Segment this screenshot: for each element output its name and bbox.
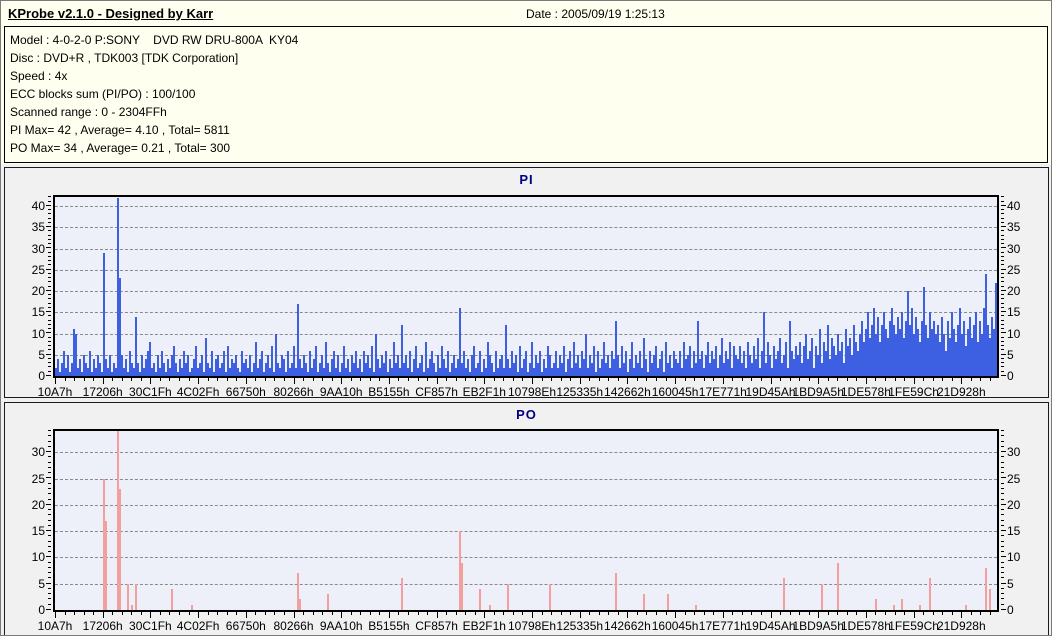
title-row: KProbe v2.1.0 - Designed by Karr Date : … <box>1 1 1051 26</box>
x-axis-label: 142662h <box>604 619 651 633</box>
app-title: KProbe v2.1.0 - Designed by Karr <box>8 6 214 21</box>
scan-date: Date : 2005/09/19 1:25:13 <box>526 7 665 21</box>
data-bar <box>985 567 987 610</box>
data-bar <box>875 599 877 610</box>
x-axis-label: 80266h <box>273 385 314 399</box>
x-axis-label: 21D928h <box>936 619 986 633</box>
x-axis-label: 1DE578h <box>840 619 891 633</box>
x-axis-label: 1BD9A5h <box>792 385 844 399</box>
x-axis-label: 17E771h <box>698 385 747 399</box>
x-axis-label: 1BD9A5h <box>792 619 844 633</box>
x-axis-label: 17E771h <box>698 619 747 633</box>
data-bar <box>989 588 991 610</box>
x-axis-label: 1DE578h <box>840 385 891 399</box>
x-axis-label: CF857h <box>415 385 458 399</box>
data-bar <box>837 562 839 610</box>
info-line-ecc: ECC blocks sum (PI/PO) : 100/100 <box>10 87 196 101</box>
pi-chart-title: PI <box>519 172 534 187</box>
x-axis-label: B5155h <box>368 619 410 633</box>
data-bar <box>103 252 105 376</box>
data-bar <box>171 588 173 610</box>
data-bar <box>327 594 329 610</box>
x-axis-label: B5155h <box>368 385 410 399</box>
x-axis-label: 160045h <box>651 619 699 633</box>
x-axis-label: 4C02Fh <box>176 385 220 399</box>
data-bar <box>461 562 463 610</box>
info-line-disc: Disc : DVD+R , TDK003 [TDK Corporation] <box>10 51 239 65</box>
data-bar <box>667 594 669 610</box>
x-axis-label: 19D45Ah <box>745 619 796 633</box>
data-bar <box>643 594 645 610</box>
x-axis-label: 125335h <box>556 385 604 399</box>
x-axis-label: 17206h <box>82 385 123 399</box>
x-axis-label: 66750h <box>225 619 266 633</box>
x-axis-label: 80266h <box>273 619 314 633</box>
info-line-pi-stats: PI Max= 42 , Average= 4.10 , Total= 5811 <box>10 123 230 137</box>
kprobe-window: KProbe v2.1.0 - Designed by Karr Date : … <box>0 0 1052 636</box>
x-axis-label: 160045h <box>651 385 699 399</box>
header-section: KProbe v2.1.0 - Designed by Karr Date : … <box>1 1 1051 164</box>
x-axis-label: 10798Eh <box>507 619 557 633</box>
info-line-speed: Speed : 4x <box>10 69 68 83</box>
x-axis-label: 10A7h <box>37 385 73 399</box>
data-bar <box>549 583 551 610</box>
x-axis-label: 66750h <box>225 385 266 399</box>
x-axis-label: 1FE59Ch <box>888 619 939 633</box>
po-chart-title: PO <box>516 407 537 422</box>
data-bar <box>919 604 921 610</box>
data-bar <box>901 599 903 610</box>
x-axis-label: 9AA10h <box>319 619 363 633</box>
x-axis-label: 4C02Fh <box>176 619 220 633</box>
po-chart-panel: PO 0 0 5 5 10 10 15 15 20 20 25 25 30 30 10A7h 17206h 30… <box>4 402 1049 635</box>
data-bar <box>615 573 617 610</box>
data-bar <box>105 520 107 610</box>
info-line-range: Scanned range : 0 - 2304FFh <box>10 105 167 119</box>
data-bar <box>119 489 121 610</box>
data-bar <box>821 583 823 610</box>
data-bar <box>929 578 931 610</box>
x-axis-label: EB2F1h <box>462 619 506 633</box>
x-axis-label: 10A7h <box>37 619 73 633</box>
data-bar <box>127 583 129 610</box>
x-axis-label: 21D928h <box>936 385 986 399</box>
data-bar <box>783 578 785 610</box>
data-bar <box>695 604 697 610</box>
data-bar <box>135 583 137 610</box>
data-bar <box>131 604 133 610</box>
x-axis-label: 30C1Fh <box>129 619 172 633</box>
data-bar <box>893 604 895 610</box>
data-bar <box>489 604 491 610</box>
data-bar <box>965 604 967 610</box>
data-bar <box>507 583 509 610</box>
x-axis-label: CF857h <box>415 619 458 633</box>
x-axis-label: 30C1Fh <box>129 385 172 399</box>
x-axis-label: 125335h <box>556 619 604 633</box>
pi-chart-panel: PI 0 0 5 5 10 10 15 15 20 20 25 25 30 30 35 35 40 40 10A7h… <box>4 167 1049 399</box>
data-bar <box>401 578 403 610</box>
x-axis-label: 142662h <box>604 385 651 399</box>
x-axis-label: 10798Eh <box>507 385 557 399</box>
scan-info-box: Model : 4-0-2-0 P:SONY DVD RW DRU-800A K… <box>4 26 1048 163</box>
x-axis-label: 9AA10h <box>319 385 363 399</box>
data-bar <box>479 588 481 610</box>
x-axis-label: 19D45Ah <box>745 385 796 399</box>
data-bar <box>995 282 997 376</box>
data-bar <box>191 604 193 610</box>
x-axis-label: 1FE59Ch <box>888 385 939 399</box>
x-axis-label: EB2F1h <box>462 385 506 399</box>
data-bar <box>299 599 301 610</box>
info-line-po-stats: PO Max= 34 , Average= 0.21 , Total= 300 <box>10 141 231 155</box>
info-line-model: Model : 4-0-2-0 P:SONY DVD RW DRU-800A K… <box>10 33 299 47</box>
x-axis-label: 17206h <box>82 619 123 633</box>
